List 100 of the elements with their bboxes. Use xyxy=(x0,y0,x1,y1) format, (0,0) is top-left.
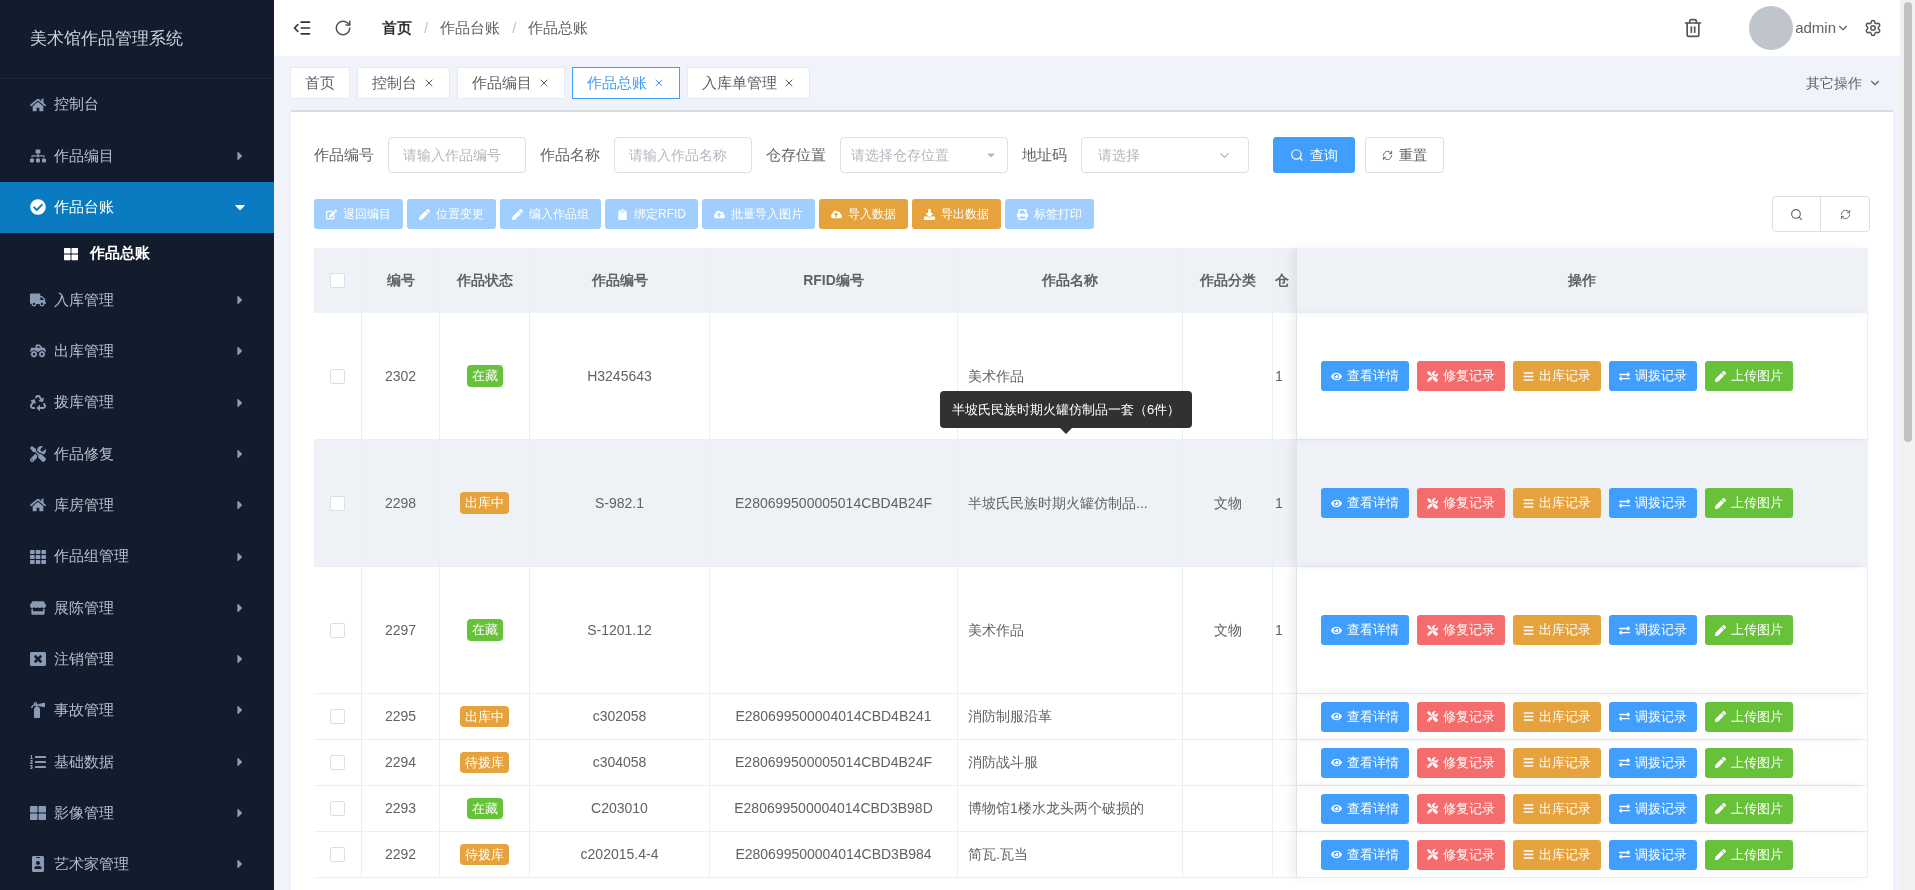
other-actions-dropdown[interactable]: 其它操作 xyxy=(1806,72,1882,94)
select-field[interactable]: 请选择 xyxy=(1081,137,1249,173)
checkbox[interactable] xyxy=(330,709,345,724)
breadcrumb-item[interactable]: 首页 xyxy=(382,16,412,40)
search-button[interactable]: 查询 xyxy=(1273,137,1355,173)
sidebar-item[interactable]: 库房管理 xyxy=(0,479,274,531)
table-row[interactable]: 2293 在藏 C203010 E280699500004014CBD3B98D 博物馆1楼水龙头两个破损的 查看详情 修复记录 出库记录 调拨记录 上传图片 xyxy=(314,786,1868,832)
page-tab[interactable]: 首页 xyxy=(290,67,350,99)
action-button[interactable]: 调拨记录 xyxy=(1609,747,1697,778)
list-icon xyxy=(1523,849,1534,860)
text-field[interactable]: 请输入作品编号 xyxy=(388,137,526,173)
action-button[interactable]: 出库记录 xyxy=(1513,701,1601,732)
table-cell-text: 半坡氏民族时期火罐仿制品... xyxy=(968,493,1148,513)
checkbox[interactable] xyxy=(330,622,345,638)
sidebar-item[interactable]: 作品组管理 xyxy=(0,530,274,583)
checkbox[interactable] xyxy=(330,847,345,862)
action-button[interactable]: 出库记录 xyxy=(1513,361,1601,391)
sidebar-subitem[interactable]: 作品总账 xyxy=(0,232,274,275)
avatar[interactable] xyxy=(1749,6,1794,50)
action-button[interactable]: 调拨记录 xyxy=(1609,361,1697,391)
sidebar-item[interactable]: 控制台 xyxy=(0,78,274,131)
sidebar-item[interactable]: 影像管理 xyxy=(0,787,274,839)
toolbar-button[interactable]: 导出数据 xyxy=(912,199,1001,229)
table-cell-text: 2292 xyxy=(384,845,417,864)
action-button[interactable]: 出库记录 xyxy=(1513,615,1601,645)
action-button[interactable]: 上传图片 xyxy=(1705,488,1793,518)
action-button[interactable]: 查看详情 xyxy=(1321,701,1409,732)
action-button[interactable]: 调拨记录 xyxy=(1609,839,1697,870)
checkbox[interactable] xyxy=(330,801,345,816)
close-icon[interactable] xyxy=(653,77,665,89)
sidebar-item[interactable]: 拨库管理 xyxy=(0,376,274,429)
action-button[interactable]: 上传图片 xyxy=(1705,615,1793,645)
action-button[interactable]: 调拨记录 xyxy=(1609,793,1697,824)
sidebar-item[interactable]: 作品编目 xyxy=(0,130,274,182)
action-button[interactable]: 上传图片 xyxy=(1705,361,1793,391)
sidebar-item[interactable]: 作品修复 xyxy=(0,428,274,480)
sidebar-item[interactable]: 作品台账 xyxy=(0,181,274,233)
checkbox[interactable] xyxy=(330,368,345,384)
sidebar-item[interactable]: 注销管理 xyxy=(0,633,274,685)
action-button[interactable]: 出库记录 xyxy=(1513,793,1601,824)
collapse-menu-icon[interactable] xyxy=(292,18,312,38)
sidebar-item[interactable]: 事故管理 xyxy=(0,684,274,737)
action-button[interactable]: 查看详情 xyxy=(1321,747,1409,778)
action-button[interactable]: 查看详情 xyxy=(1321,793,1409,824)
page-tab[interactable]: 作品总账 xyxy=(572,67,680,99)
refresh-icon[interactable] xyxy=(334,19,352,37)
toolbar-button[interactable]: 导入数据 xyxy=(819,199,908,229)
table-row[interactable]: 2294 待拨库 c304058 E280699500005014CBD4B24F 消防战斗服 查看详情 修复记录 出库记录 调拨记录 上传图片 xyxy=(314,740,1868,786)
checkbox[interactable] xyxy=(330,495,345,511)
action-button[interactable]: 出库记录 xyxy=(1513,839,1601,870)
truck-icon xyxy=(30,343,46,360)
action-button[interactable]: 修复记录 xyxy=(1417,361,1505,391)
table-row[interactable]: 2292 待拨库 c202015.4-4 E280699500004014CBD3B984 简瓦.瓦当 查看详情 修复记录 出库记录 调拨记录 上传图片 xyxy=(314,832,1868,878)
page-tab[interactable]: 入库单管理 xyxy=(687,67,810,99)
close-icon[interactable] xyxy=(538,77,550,89)
eye-icon xyxy=(1331,624,1342,636)
action-button[interactable]: 上传图片 xyxy=(1705,701,1793,732)
user-name[interactable]: admin xyxy=(1795,16,1836,40)
page-tab[interactable]: 控制台 xyxy=(357,67,450,99)
close-icon[interactable] xyxy=(423,77,435,89)
close-icon[interactable] xyxy=(783,77,795,89)
table-row[interactable]: 2298 出库中 S-982.1 E280699500005014CBD4B24F 半坡氏民族时期火罐仿制品... 文物 1 查看详情 修复记录 出库记录 调拨记录 上传图片 xyxy=(314,440,1868,567)
action-button[interactable]: 修复记录 xyxy=(1417,488,1505,518)
table-row[interactable]: 2295 出库中 c302058 E280699500004014CBD4B241 消防制服沿革 查看详情 修复记录 出库记录 调拨记录 上传图片 xyxy=(314,694,1868,740)
action-button[interactable]: 查看详情 xyxy=(1321,488,1409,518)
cloud-upload-icon xyxy=(714,208,725,220)
action-button[interactable]: 调拨记录 xyxy=(1609,701,1697,732)
select-field[interactable]: 请选择仓存位置 xyxy=(840,137,1008,173)
table-cell-text: c202015.4-4 xyxy=(580,845,659,864)
action-button[interactable]: 修复记录 xyxy=(1417,747,1505,778)
checkbox[interactable] xyxy=(330,755,345,770)
action-button[interactable]: 查看详情 xyxy=(1321,839,1409,870)
status-tag: 在藏 xyxy=(466,619,503,641)
action-button[interactable]: 调拨记录 xyxy=(1609,488,1697,518)
settings-icon[interactable] xyxy=(1864,19,1882,37)
checkbox[interactable] xyxy=(330,273,345,288)
breadcrumb-item[interactable]: 作品台账 xyxy=(440,16,501,40)
sidebar-item[interactable]: 基础数据 xyxy=(0,736,274,788)
table-row[interactable]: 2297 在藏 S-1201.12 美术作品 文物 1 查看详情 修复记录 出库记录 调拨记录 上传图片 xyxy=(314,567,1868,694)
page-tab[interactable]: 作品编目 xyxy=(457,67,565,99)
sidebar-item[interactable]: 入库管理 xyxy=(0,274,274,326)
sidebar-item[interactable]: 艺术家管理 xyxy=(0,838,274,890)
action-button[interactable]: 修复记录 xyxy=(1417,793,1505,824)
scrollbar[interactable] xyxy=(1900,0,1915,890)
sidebar-item[interactable]: 展陈管理 xyxy=(0,582,274,634)
action-button[interactable]: 修复记录 xyxy=(1417,839,1505,870)
action-button[interactable]: 调拨记录 xyxy=(1609,615,1697,645)
text-field[interactable]: 请输入作品名称 xyxy=(614,137,752,173)
action-button[interactable]: 出库记录 xyxy=(1513,488,1601,518)
sidebar-item[interactable]: 出库管理 xyxy=(0,325,274,377)
reset-button[interactable]: 重置 xyxy=(1365,137,1444,173)
action-button[interactable]: 修复记录 xyxy=(1417,701,1505,732)
trash-icon[interactable] xyxy=(1683,18,1704,38)
action-button[interactable]: 修复记录 xyxy=(1417,615,1505,645)
action-button[interactable]: 查看详情 xyxy=(1321,361,1409,391)
action-button[interactable]: 出库记录 xyxy=(1513,747,1601,778)
action-button[interactable]: 查看详情 xyxy=(1321,615,1409,645)
action-button[interactable]: 上传图片 xyxy=(1705,793,1793,824)
action-button[interactable]: 上传图片 xyxy=(1705,747,1793,778)
action-button[interactable]: 上传图片 xyxy=(1705,839,1793,870)
